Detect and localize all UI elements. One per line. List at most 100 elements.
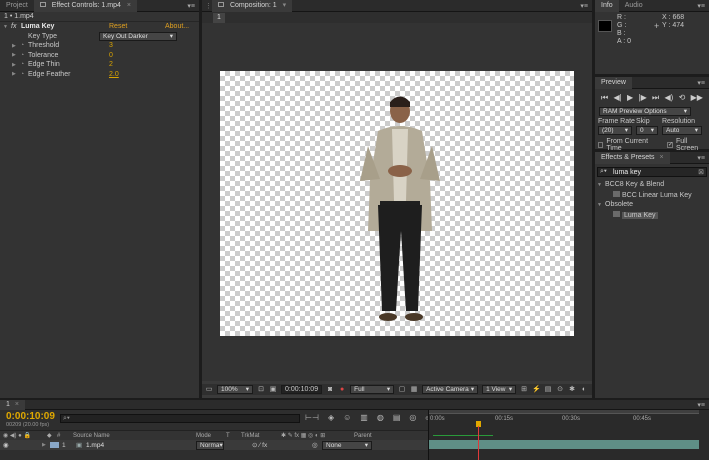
ram-preview-icon[interactable]: ▶▶ (691, 93, 703, 103)
brainstorm-icon[interactable]: ▤ (393, 413, 401, 423)
stopwatch-icon[interactable]: ◔ (20, 61, 28, 68)
camera-icon[interactable]: ◙ (326, 386, 334, 394)
stopwatch-icon[interactable]: ◔ (20, 71, 28, 78)
zoom-dropdown[interactable]: 100% ▾ (217, 385, 253, 394)
motion-blur-icon[interactable]: ◍ (377, 413, 384, 423)
flowchart-icon[interactable]: ⊙ (556, 386, 564, 394)
tab-effects-presets[interactable]: Effects & Presets × (595, 151, 670, 164)
channel-icon[interactable]: ● (338, 386, 346, 394)
time-ruler[interactable]: 0:00s 00:15s 00:30s 00:45s (429, 415, 709, 429)
visibility-icon[interactable]: ◉ (0, 441, 12, 449)
tree-group[interactable]: ▼ Obsolete (597, 200, 709, 211)
panel-menu-icon[interactable]: ▾≡ (697, 401, 705, 409)
next-frame-icon[interactable]: |▶ (638, 93, 646, 103)
parent-dropdown[interactable]: None ▾ (322, 440, 372, 450)
frame-rate-dropdown[interactable]: (20) ▾ (598, 126, 632, 135)
close-icon[interactable]: × (15, 401, 19, 408)
panel-menu-icon[interactable]: ▾≡ (580, 2, 588, 10)
resolution-dropdown[interactable]: Full ▾ (350, 385, 395, 394)
comp-subtab[interactable]: 1 (213, 13, 225, 23)
layer-duration-bar[interactable] (429, 440, 699, 449)
full-screen-checkbox[interactable]: ✓ (667, 142, 673, 148)
tab-audio[interactable]: Audio (619, 0, 649, 12)
about-link[interactable]: About... (165, 23, 189, 30)
dropdown-arrow-icon[interactable]: ▾ (283, 2, 287, 9)
parent-pick-whip-icon[interactable]: ◎ (312, 441, 322, 449)
edge-thin-value[interactable]: 2 (109, 61, 113, 68)
tolerance-value[interactable]: 0 (109, 52, 113, 59)
tab-timeline[interactable]: 1 × (0, 399, 25, 410)
tab-preview[interactable]: Preview (595, 76, 632, 89)
tab-project[interactable]: Project (0, 0, 34, 12)
shy-icon[interactable]: ☺ (343, 413, 351, 423)
previous-frame-icon[interactable]: ◀| (614, 93, 622, 103)
parent-header[interactable]: Parent (354, 433, 372, 439)
expand-triangle-icon[interactable]: ▶ (12, 52, 20, 58)
play-icon[interactable]: ▶ (627, 93, 633, 103)
tree-item-selected[interactable]: Luma Key (597, 210, 709, 221)
layer-row[interactable]: ◉ ▶ 1 ▣ 1.mp4 Norma ▾ ⊙ ⁄ fx ◎ None ▾ (0, 440, 428, 450)
last-frame-icon[interactable]: ⏭ (652, 93, 659, 103)
close-icon[interactable]: × (660, 154, 664, 161)
exposure-icon[interactable]: ◐ (580, 386, 588, 394)
expand-triangle-icon[interactable]: ▶ (12, 62, 20, 68)
effects-search-box[interactable]: ⌕▾ luma key ⊠ (597, 167, 707, 177)
first-frame-icon[interactable]: ⏮ (601, 93, 608, 103)
always-preview-icon[interactable]: ▭ (205, 386, 213, 394)
expand-triangle-icon[interactable]: ▶ (12, 71, 20, 77)
camera-dropdown[interactable]: Active Camera ▾ (422, 385, 479, 394)
reset-exposure-icon[interactable]: ✱ (568, 386, 576, 394)
timeline-icon[interactable]: ▤ (544, 386, 552, 394)
layer-name[interactable]: 1.mp4 (86, 442, 196, 449)
ram-preview-options-dropdown[interactable]: RAM Preview Options ▾ (599, 107, 691, 116)
frame-blending-icon[interactable]: ▥ (360, 413, 368, 423)
layer-switches[interactable]: ⊙ ⁄ fx (224, 441, 312, 449)
label-color-icon[interactable] (50, 442, 59, 448)
mode-dropdown[interactable]: Norma ▾ (196, 440, 224, 450)
from-current-checkbox[interactable] (598, 142, 604, 148)
close-icon[interactable]: × (127, 2, 131, 9)
expand-triangle-icon[interactable]: ▼ (3, 24, 11, 30)
timecode-display[interactable]: 0:00:10:09 (281, 385, 323, 394)
edge-feather-value[interactable]: 2.0 (109, 71, 119, 78)
stopwatch-icon[interactable]: ◔ (20, 52, 28, 59)
mode-header[interactable]: Mode (196, 433, 226, 439)
layer-expand-icon[interactable]: ▶ (42, 442, 50, 448)
t-header[interactable]: T (226, 433, 241, 439)
tree-group[interactable]: ▼ BCC8 Key & Blend (597, 180, 709, 191)
panel-menu-icon[interactable]: ▾≡ (697, 154, 705, 162)
key-type-dropdown[interactable]: Key Out Darker ▾ (99, 31, 177, 41)
trkmat-header[interactable]: TrkMat (241, 433, 281, 439)
skip-dropdown[interactable]: 0 ▾ (636, 126, 658, 135)
tree-item[interactable]: BCC Linear Luma Key (597, 190, 709, 201)
region-of-interest-icon[interactable]: ▢ (398, 386, 406, 394)
tab-composition[interactable]: Composition: 1 ▾ (212, 0, 293, 12)
timeline-search[interactable]: ⌕▾ (60, 414, 300, 423)
view-layout-dropdown[interactable]: 1 View ▾ (482, 385, 517, 394)
source-name-header[interactable]: Source Name (73, 433, 196, 439)
clear-search-icon[interactable]: ⊠ (698, 168, 704, 176)
threshold-value[interactable]: 3 (109, 42, 113, 49)
graph-editor-icon[interactable]: ◎ (409, 413, 416, 423)
safe-margins-icon[interactable]: ⊡ (257, 386, 265, 394)
fx-icon[interactable]: fx (11, 23, 21, 30)
fast-preview-icon[interactable]: ⚡ (532, 386, 541, 394)
panel-menu-icon[interactable]: ▾≡ (697, 2, 705, 10)
expand-triangle-icon[interactable]: ▶ (12, 43, 20, 49)
tab-info[interactable]: Info (595, 0, 619, 12)
panel-grip-icon[interactable]: ⋮ (202, 2, 212, 10)
panel-menu-icon[interactable]: ▾≡ (697, 79, 705, 87)
panel-menu-icon[interactable]: ▾≡ (187, 2, 195, 10)
comp-mini-flowchart-icon[interactable]: ⊢⊣ (305, 413, 319, 423)
tab-effect-controls[interactable]: Effect Controls: 1.mp4 × (33, 0, 137, 12)
toggle-pixel-aspect-icon[interactable]: ⊞ (520, 386, 528, 394)
work-area-bar[interactable] (429, 410, 699, 414)
resolution-dropdown[interactable]: Auto ▾ (662, 126, 702, 135)
stopwatch-icon[interactable]: ◔ (20, 42, 28, 49)
transparency-grid-icon[interactable]: ▦ (410, 386, 418, 394)
audio-icon[interactable]: ◀) (665, 93, 674, 103)
playhead-line[interactable] (478, 426, 479, 460)
loop-icon[interactable]: ⟲ (679, 93, 686, 103)
current-time[interactable]: 0:00:10:09 (6, 411, 55, 422)
reset-link[interactable]: Reset (109, 23, 127, 30)
